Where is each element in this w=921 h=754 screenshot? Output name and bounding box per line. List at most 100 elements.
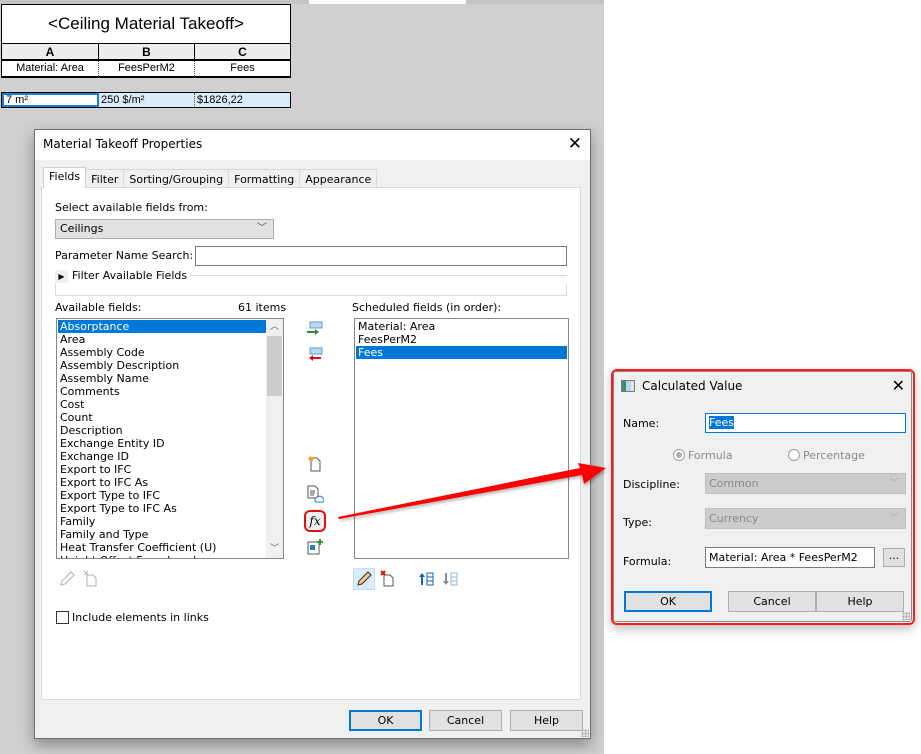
list-item[interactable]: Description [58, 424, 266, 437]
move-down-button[interactable] [439, 568, 461, 590]
cancel-button[interactable]: Cancel [429, 710, 502, 731]
list-item[interactable]: Export Type to IFC [58, 489, 266, 502]
expand-triangle-icon[interactable]: ▶ [55, 270, 68, 283]
tab-fields[interactable]: Fields [43, 167, 87, 188]
delete-available-parameter-button[interactable] [80, 568, 102, 590]
schedule-column-letters: A B C [1, 44, 291, 61]
formula-input[interactable]: Material: Area * FeesPerM2 [705, 547, 875, 568]
ok-button[interactable]: OK [349, 710, 422, 731]
cell-fees-per-m2[interactable]: 250 $/m² [99, 93, 195, 107]
tab-sorting-grouping[interactable]: Sorting/Grouping [123, 169, 230, 187]
include-elements-in-links-checkbox[interactable] [56, 611, 69, 624]
include-elements-in-links-label: Include elements in links [72, 611, 209, 624]
type-dropdown[interactable]: Currency ﹀ [705, 508, 906, 529]
tab-appearance[interactable]: Appearance [299, 169, 378, 187]
column-letter-c[interactable]: C [195, 44, 290, 59]
cell-fees[interactable]: $1826,22 [195, 93, 290, 107]
add-parameter-button[interactable] [304, 318, 326, 340]
formula-radio-label: Formula [688, 449, 733, 462]
formula-radio[interactable] [673, 449, 685, 461]
help-button[interactable]: Help [510, 710, 583, 731]
remove-parameter-button[interactable] [304, 344, 326, 366]
list-item[interactable]: Assembly Code [58, 346, 266, 359]
header-fees[interactable]: Fees [195, 61, 290, 76]
list-item[interactable]: Assembly Description [58, 359, 266, 372]
select-fields-from-dropdown[interactable]: Ceilings ﹀ [55, 219, 274, 239]
list-item[interactable]: Cost [58, 398, 266, 411]
list-item[interactable]: FeesPerM2 [356, 333, 567, 346]
list-item[interactable]: Family and Type [58, 528, 266, 541]
pencil-icon [60, 571, 75, 586]
tab-formatting[interactable]: Formatting [228, 169, 301, 187]
resize-grip[interactable] [581, 729, 589, 737]
scroll-thumb[interactable] [267, 336, 282, 396]
list-item[interactable]: Assembly Name [58, 372, 266, 385]
dialog-titlebar: Material Takeoff Properties ✕ [35, 130, 590, 160]
ok-button[interactable]: OK [624, 591, 712, 612]
shared-parameter-icon [307, 485, 324, 503]
edit-available-parameter-button[interactable] [56, 568, 78, 590]
available-fields-label: Available fields: [55, 301, 142, 314]
app-icon [621, 380, 635, 392]
scroll-down-icon[interactable]: ﹀ [266, 541, 283, 558]
combine-parameters-button[interactable] [304, 536, 326, 558]
dropdown-value: Ceilings [60, 222, 104, 235]
delete-parameter-icon [83, 570, 97, 587]
scroll-up-icon[interactable]: ︿ [266, 319, 283, 336]
move-down-icon [443, 572, 458, 586]
list-item[interactable]: Fees [356, 346, 567, 359]
scheduled-fields-list[interactable]: Material: Area FeesPerM2 Fees [354, 318, 569, 559]
add-shared-parameter-button[interactable] [304, 483, 326, 505]
percentage-radio[interactable] [788, 449, 800, 461]
remove-from-scheduled-icon [309, 347, 323, 361]
available-fields-list[interactable]: Absorptance Area Assembly Code Assembly Des… [56, 318, 284, 559]
material-takeoff-properties-dialog: Material Takeoff Properties ✕ Fields Fil… [34, 129, 591, 739]
formula-label: Formula: [623, 555, 672, 568]
dialog-title: Material Takeoff Properties [43, 137, 203, 151]
formula-browse-button[interactable]: ... [883, 548, 905, 567]
list-item[interactable]: Area [58, 333, 266, 346]
list-item[interactable]: Exchange Entity ID [58, 437, 266, 450]
move-up-button[interactable] [415, 568, 437, 590]
close-icon[interactable]: ✕ [568, 134, 582, 154]
list-item[interactable]: Export to IFC As [58, 476, 266, 489]
header-fees-per-m2[interactable]: FeesPerM2 [99, 61, 195, 76]
table-row: 7 m² 250 $/m² $1826,22 [1, 92, 291, 108]
list-item[interactable]: Exchange ID [58, 450, 266, 463]
discipline-dropdown[interactable]: Common ﹀ [705, 473, 906, 494]
list-item[interactable]: Material: Area [356, 320, 567, 333]
filter-available-fields-label: Filter Available Fields [72, 269, 191, 282]
dialog-titlebar: Calculated Value ✕ [614, 372, 911, 400]
header-material-area[interactable]: Material: Area [2, 61, 99, 76]
help-button[interactable]: Help [816, 591, 904, 612]
delete-scheduled-parameter-button[interactable] [377, 568, 399, 590]
list-item[interactable]: Count [58, 411, 266, 424]
list-item[interactable]: Heat Transfer Coefficient (U) [58, 541, 266, 554]
column-letter-a[interactable]: A [2, 44, 99, 59]
fx-icon: fx [309, 514, 321, 528]
calculated-value-dialog: Calculated Value ✕ Name: Fees Formula Pe… [613, 371, 912, 622]
list-item[interactable]: Export to IFC [58, 463, 266, 476]
list-item[interactable]: Export Type to IFC As [58, 502, 266, 515]
schedule-title: <Ceiling Material Takeoff> [1, 4, 291, 44]
parameter-name-search-label: Parameter Name Search: [55, 249, 194, 262]
calculated-value-button[interactable]: fx [304, 510, 326, 532]
cell-material-area[interactable]: 7 m² [2, 93, 99, 107]
close-icon[interactable]: ✕ [892, 376, 905, 395]
column-letter-b[interactable]: B [99, 44, 195, 59]
cancel-button[interactable]: Cancel [728, 591, 816, 612]
edit-scheduled-parameter-button[interactable] [353, 568, 375, 590]
resize-grip[interactable] [902, 612, 910, 620]
fields-tab-panel: Select available fields from: Ceilings ﹀… [41, 187, 581, 700]
tab-filter[interactable]: Filter [85, 169, 125, 187]
list-item[interactable]: Family [58, 515, 266, 528]
list-item[interactable]: Height Offset From Level [58, 554, 266, 558]
parameter-name-search-input[interactable] [195, 246, 567, 266]
scheduled-fields-label: Scheduled fields (in order): [352, 301, 502, 314]
new-parameter-button[interactable] [304, 453, 326, 475]
list-item[interactable]: Comments [58, 385, 266, 398]
list-item[interactable]: Absorptance [58, 320, 266, 333]
available-fields-scrollbar[interactable]: ︿ ﹀ [266, 319, 283, 558]
name-input[interactable]: Fees [705, 413, 906, 433]
add-to-scheduled-icon [307, 321, 323, 335]
